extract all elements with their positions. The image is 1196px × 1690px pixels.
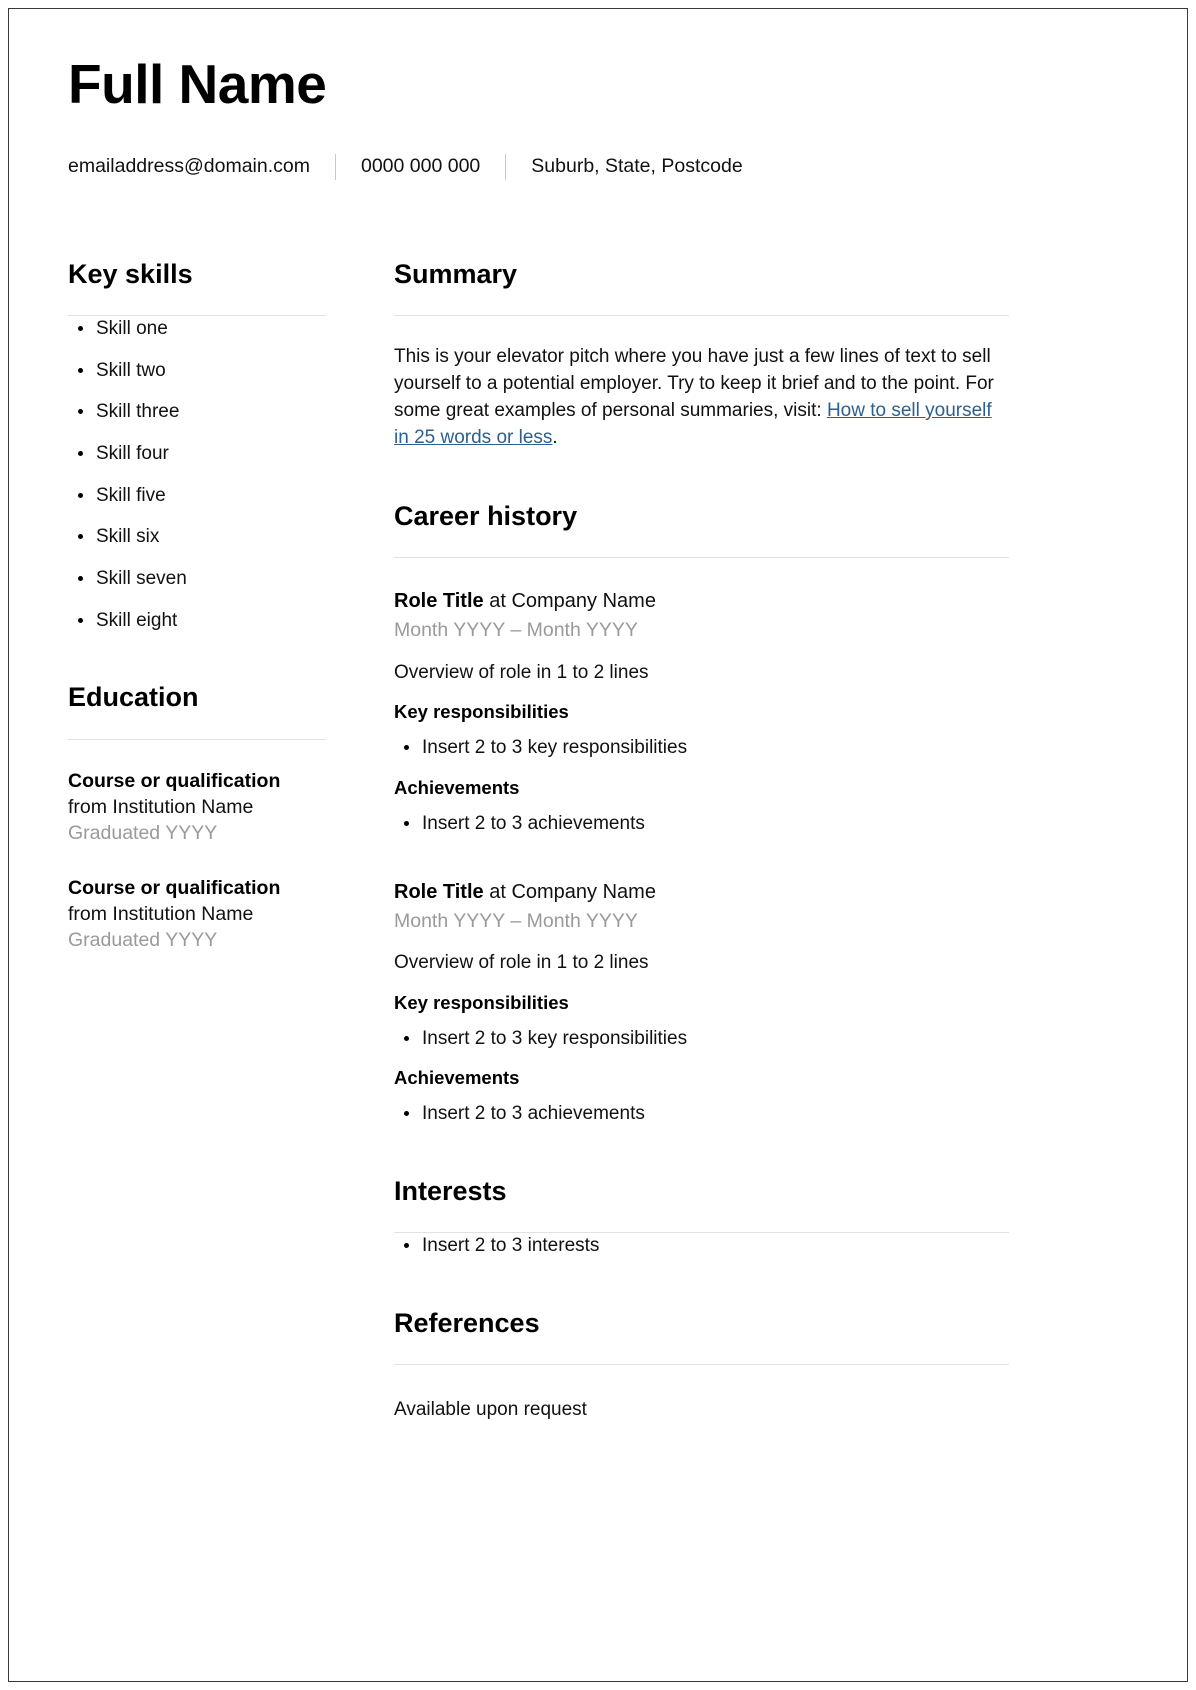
section-career-history: Career history Role Title at Company Nam… (394, 500, 1009, 1127)
list-item: Skill eight (68, 608, 326, 634)
contact-email: emailaddress@domain.com (68, 155, 310, 177)
achievements-list: Insert 2 to 3 achievements (394, 811, 1009, 837)
contact-line: emailaddress@domain.com 0000 000 000 Sub… (68, 153, 1136, 180)
section-references: References Available upon request (394, 1307, 1009, 1423)
role-dates: Month YYYY – Month YYYY (394, 909, 638, 932)
achievements-heading: Achievements (394, 1067, 520, 1089)
career-history-title: Career history (394, 501, 578, 532)
education-institution: from Institution Name (68, 902, 254, 925)
list-item: Insert 2 to 3 key responsibilities (394, 1026, 1009, 1052)
summary-text-after-link: . (552, 427, 558, 449)
resume-page: Full Name emailaddress@domain.com 0000 0… (0, 0, 1196, 1690)
education-title: Education (68, 682, 199, 713)
role-heading: Role Title at Company Name (394, 879, 1009, 906)
sidebar-column: Key skills Skill one Skill two Skill thr… (68, 258, 326, 954)
interests-title: Interests (394, 1175, 507, 1206)
key-skills-title: Key skills (68, 258, 193, 289)
education-institution: from Institution Name (68, 795, 254, 818)
references-text: Available upon request (394, 1399, 587, 1421)
achievements-list: Insert 2 to 3 achievements (394, 1101, 1009, 1127)
key-responsibilities-heading: Key responsibilities (394, 701, 569, 723)
role-entry: Role Title at Company Name Month YYYY – … (394, 588, 1009, 836)
main-column: Summary This is your elevator pitch wher… (394, 258, 1009, 1423)
section-key-skills: Key skills Skill one Skill two Skill thr… (68, 258, 326, 634)
education-list: Course or qualification from Institution… (68, 768, 326, 954)
education-graduated: Graduated YYYY (68, 822, 218, 845)
list-item: Skill two (68, 358, 326, 384)
section-summary: Summary This is your elevator pitch wher… (394, 258, 1009, 452)
references-title: References (394, 1307, 540, 1338)
section-rule (68, 738, 326, 740)
list-item: Skill five (68, 483, 326, 509)
resume-header: Full Name emailaddress@domain.com 0000 0… (68, 0, 1136, 180)
page-content: Full Name emailaddress@domain.com 0000 0… (68, 0, 1136, 1690)
contact-divider (505, 153, 507, 180)
role-entry: Role Title at Company Name Month YYYY – … (394, 879, 1009, 1127)
education-entry: Course or qualification from Institution… (68, 768, 326, 847)
section-education: Education Course or qualification from I… (68, 681, 326, 953)
education-course: Course or qualification (68, 876, 281, 899)
education-entry: Course or qualification from Institution… (68, 875, 326, 954)
role-company: at Company Name (483, 880, 656, 903)
list-item: Skill four (68, 441, 326, 467)
section-rule (394, 315, 1009, 317)
list-item: Skill one (68, 316, 326, 342)
role-dates: Month YYYY – Month YYYY (394, 619, 638, 642)
key-skills-list: Skill one Skill two Skill three Skill fo… (68, 316, 326, 633)
summary-body: This is your elevator pitch where you ha… (394, 344, 1009, 452)
section-rule (394, 557, 1009, 559)
list-item: Insert 2 to 3 interests (394, 1233, 1009, 1259)
contact-phone: 0000 000 000 (360, 155, 481, 177)
role-company: at Company Name (483, 590, 656, 613)
section-interests: Interests Insert 2 to 3 interests (394, 1175, 1009, 1259)
list-item: Skill three (68, 399, 326, 425)
list-item: Skill seven (68, 566, 326, 592)
body-columns: Key skills Skill one Skill two Skill thr… (68, 258, 1136, 1423)
full-name: Full Name (68, 53, 327, 115)
role-heading: Role Title at Company Name (394, 588, 1009, 615)
list-item: Skill six (68, 524, 326, 550)
education-graduated: Graduated YYYY (68, 929, 218, 952)
interests-list: Insert 2 to 3 interests (394, 1233, 1009, 1259)
contact-location: Suburb, State, Postcode (531, 155, 743, 177)
role-title: Role Title (394, 880, 484, 903)
list-item: Insert 2 to 3 achievements (394, 811, 1009, 837)
list-item: Insert 2 to 3 key responsibilities (394, 735, 1009, 761)
section-rule (394, 1364, 1009, 1366)
achievements-heading: Achievements (394, 777, 520, 798)
roles-list: Role Title at Company Name Month YYYY – … (394, 588, 1009, 1126)
list-item: Insert 2 to 3 achievements (394, 1101, 1009, 1127)
contact-divider (334, 153, 336, 180)
education-course: Course or qualification (68, 769, 281, 792)
key-responsibilities-heading: Key responsibilities (394, 991, 569, 1013)
role-overview: Overview of role in 1 to 2 lines (394, 951, 649, 973)
summary-title: Summary (394, 258, 518, 289)
key-responsibilities-list: Insert 2 to 3 key responsibilities (394, 735, 1009, 761)
role-title: Role Title (394, 590, 484, 613)
role-overview: Overview of role in 1 to 2 lines (394, 661, 649, 683)
key-responsibilities-list: Insert 2 to 3 key responsibilities (394, 1026, 1009, 1052)
